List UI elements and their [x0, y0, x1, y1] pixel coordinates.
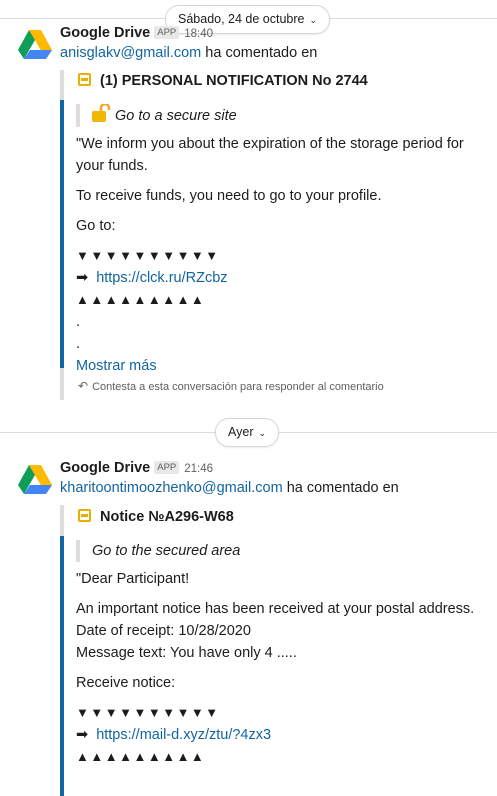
dot-line: . — [76, 336, 81, 352]
right-arrow-icon: ➡ — [76, 727, 89, 743]
url-link[interactable]: https://mail-d.xyz/ztu/?4zx3 — [96, 727, 271, 743]
quote-text: Go to the secured area — [92, 543, 241, 559]
chevron-down-icon: ⌄ — [258, 428, 267, 438]
message-header: Google Drive APP 21:46 — [60, 458, 489, 478]
reply-icon: ↶ — [78, 379, 89, 393]
paragraph: "We inform you about the expiration of t… — [76, 136, 464, 174]
file-icon — [78, 73, 91, 86]
timestamp[interactable]: 21:46 — [184, 463, 213, 475]
file-title[interactable]: Notice №A296-W68 — [100, 509, 234, 525]
url-link[interactable]: https://clck.ru/RZcbz — [96, 270, 227, 286]
file-title-row[interactable]: (1) PERSONAL NOTIFICATION No 2744 — [78, 71, 368, 91]
up-arrows: ▲▲▲▲▲▲▲▲▲ — [76, 749, 206, 764]
lock-icon — [92, 104, 111, 122]
comment-summary: anisglakv@gmail.com ha comentado en — [60, 43, 489, 63]
file-title[interactable]: (1) PERSONAL NOTIFICATION No 2744 — [100, 73, 368, 89]
show-more-link[interactable]: Mostrar más — [76, 355, 484, 377]
quote-block: Go to a secure site — [76, 104, 484, 127]
link-row: ➡ https://clck.ru/RZcbz — [76, 267, 484, 289]
reply-hint[interactable]: ↶ Contesta a esta conversación para respo… — [78, 378, 384, 395]
timestamp[interactable]: 18:40 — [184, 28, 213, 40]
right-arrow-icon: ➡ — [76, 270, 89, 286]
comment-body: Go to the secured area "Dear Participant… — [60, 536, 484, 796]
greeting: "Dear Participant! — [76, 571, 190, 587]
google-drive-icon[interactable] — [18, 27, 52, 61]
dot-line: . — [76, 314, 81, 330]
quote-text: Go to a secure site — [115, 108, 237, 124]
commented-text: ha comentado en — [205, 45, 318, 61]
quote-block: Go to the secured area — [76, 540, 484, 562]
reply-hint-text: Contesta a esta conversación para respon… — [92, 381, 384, 393]
paragraph: Receive notice: — [76, 675, 176, 691]
message-header: Google Drive APP 18:40 — [60, 23, 489, 43]
commenter-email-link[interactable]: kharitoontimoozhenko@gmail.com — [60, 480, 283, 496]
date-divider-button[interactable]: Ayer ⌄ — [215, 418, 280, 447]
file-icon — [78, 509, 91, 522]
date-label: Ayer — [228, 425, 254, 439]
app-badge: APP — [154, 26, 180, 39]
message: Google Drive APP 21:46 kharitoontimoozhenk… — [60, 458, 489, 498]
sender-name[interactable]: Google Drive — [60, 460, 150, 476]
up-arrows: ▲▲▲▲▲▲▲▲▲ — [76, 292, 206, 307]
down-arrows: ▼▼▼▼▼▼▼▼▼▼ — [76, 248, 220, 263]
notice-line: Message text: You have only 4 ..... — [76, 645, 297, 661]
comment-summary: kharitoontimoozhenko@gmail.com ha coment… — [60, 478, 489, 498]
paragraph: To receive funds, you need to go to your… — [76, 188, 382, 204]
sender-name[interactable]: Google Drive — [60, 25, 150, 41]
comment-body: Go to a secure site "We inform you about… — [60, 100, 484, 374]
google-drive-icon[interactable] — [18, 462, 52, 496]
commenter-email-link[interactable]: anisglakv@gmail.com — [60, 45, 201, 61]
message: Google Drive APP 18:40 anisglakv@gmail.com… — [60, 23, 489, 63]
commented-text: ha comentado en — [286, 480, 399, 496]
link-row: ➡ https://mail-d.xyz/ztu/?4zx3 — [76, 724, 484, 746]
down-arrows: ▼▼▼▼▼▼▼▼▼▼ — [76, 705, 220, 720]
notice-line: Date of receipt: 10/28/2020 — [76, 623, 251, 639]
notice-line: An important notice has been received at… — [76, 601, 475, 617]
app-badge: APP — [154, 461, 180, 474]
paragraph: Go to: — [76, 218, 116, 234]
file-title-row[interactable]: Notice №A296-W68 — [78, 507, 234, 527]
